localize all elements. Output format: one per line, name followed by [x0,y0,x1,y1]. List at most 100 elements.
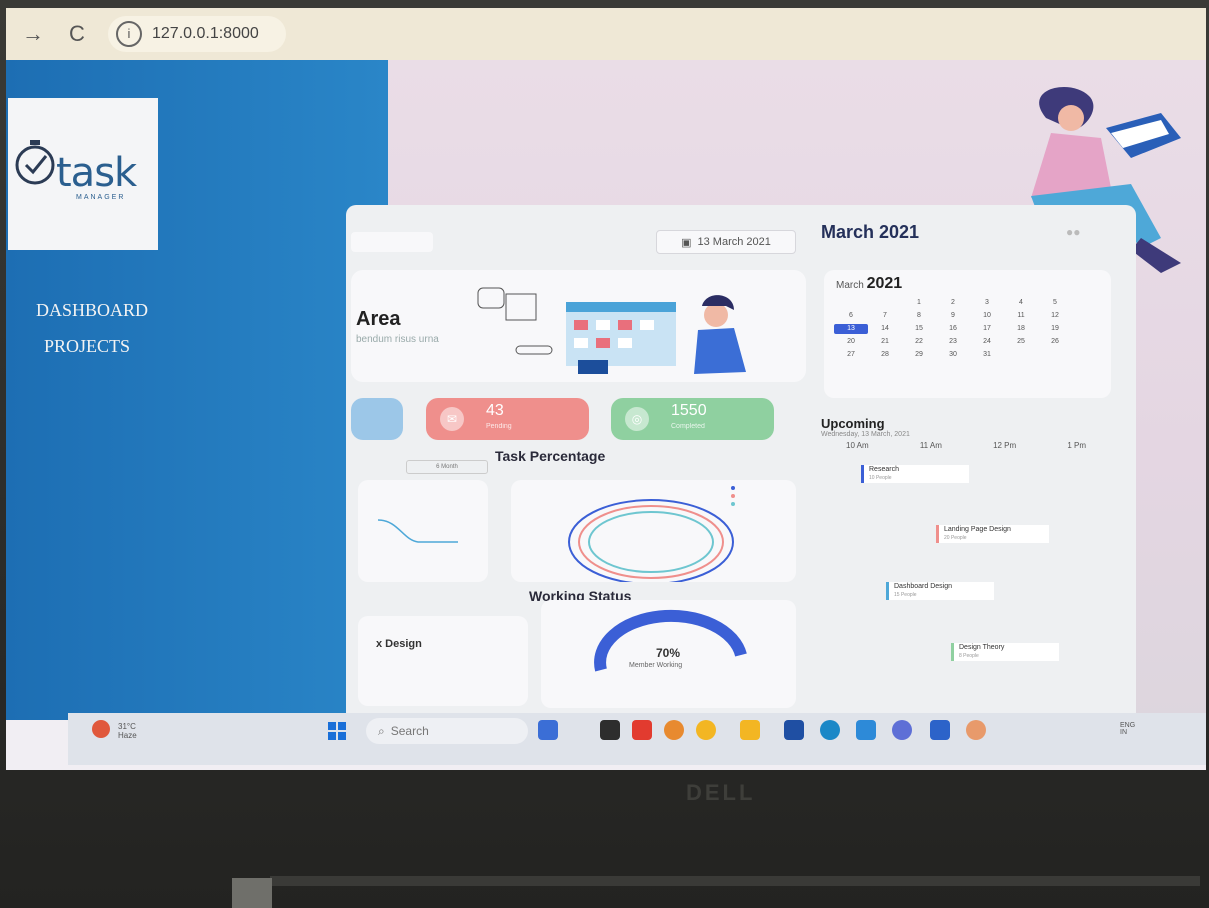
logo-subtitle: MANAGER [76,194,126,201]
calendar-day[interactable]: 25 [1004,337,1038,347]
calendar-day[interactable]: 28 [868,350,902,360]
sidebar-item-dashboard[interactable]: DASHBOARD [36,300,148,321]
weather-widget[interactable]: 31°C Haze [118,722,137,740]
weather-temp: 31°C [118,722,136,731]
completed-value: 1550 [671,402,707,419]
url-text: 127.0.0.1:8000 [152,25,259,42]
logo-text: task [56,150,137,196]
edge-icon[interactable] [820,720,840,740]
calendar-day[interactable]: 22 [902,337,936,347]
working-status-panel: 70% Member Working [541,600,796,708]
calendar-day[interactable]: 11 [1004,311,1038,321]
windows-start-icon[interactable] [328,722,346,740]
calendar-day[interactable]: 27 [834,350,868,360]
dashboard-search-input[interactable] [351,232,433,252]
design-task-panel: x Design [358,616,528,706]
system-tray[interactable]: ENG IN [1120,722,1135,736]
widgets-icon[interactable] [538,720,558,740]
youtube-icon[interactable] [632,720,652,740]
timeline-header: 10 Am 11 Am 12 Pm 1 Pm [846,441,1086,450]
planner-illustration [477,287,746,374]
browser-address-bar: → C i 127.0.0.1:8000 [6,8,1206,60]
calendar-day[interactable]: 7 [868,311,902,321]
weather-icon[interactable] [92,720,110,738]
calendar-day[interactable]: 5 [1038,298,1072,308]
calendar-day[interactable]: 14 [868,324,902,334]
calendar-day[interactable]: 3 [970,298,1004,308]
calendar-day[interactable]: 26 [1038,337,1072,347]
stopwatch-icon [15,140,55,185]
month-filter-select[interactable]: 6 Month [406,460,488,474]
upcoming-title: Upcoming [821,416,885,431]
month-title: March 2021 [821,222,920,242]
calendar-icon: ▣ [681,236,692,249]
app-icon[interactable] [892,720,912,740]
working-percent: 70% [656,646,681,660]
tray-region: IN [1120,729,1127,736]
stat-card-pending[interactable]: ✉ 43 Pending [426,398,589,440]
tray-language: ENG [1120,722,1136,729]
calendar-day[interactable]: 13 [834,324,868,334]
calendar-day[interactable]: 17 [970,324,1004,334]
calendar-day[interactable]: 4 [1004,298,1038,308]
calendar-day[interactable]: 12 [1038,311,1072,321]
weather-desc: Haze [118,731,137,740]
store-icon[interactable] [784,720,804,740]
chrome-icon[interactable] [664,720,684,740]
pending-icon: ✉ [440,407,464,431]
calendar-day[interactable]: 31 [970,350,1004,360]
time-label: 11 Am [919,441,942,450]
pending-label: Pending [486,423,512,430]
calendar-day[interactable]: 23 [936,337,970,347]
event-landing-page[interactable]: Landing Page Design 20 People [936,525,1049,543]
site-info-icon[interactable]: i [116,21,142,47]
banner-title: Area [356,308,401,330]
screen: → C i 127.0.0.1:8000 task MANAGER DASHBO… [6,8,1206,770]
calendar-day[interactable]: 29 [902,350,936,360]
event-design-theory[interactable]: Design Theory 8 People [951,643,1059,661]
working-label: Member Working [629,662,683,669]
time-label: 10 Am [846,441,869,450]
completed-label: Completed [671,423,705,430]
calendar-day[interactable]: 16 [936,324,970,334]
date-chip[interactable]: ▣ 13 March 2021 [656,230,796,254]
calendar-day[interactable]: 20 [834,337,868,347]
url-field[interactable]: i 127.0.0.1:8000 [108,16,286,52]
event-research[interactable]: Research 10 People [861,465,969,483]
vscode-icon[interactable] [856,720,876,740]
taskbar-search[interactable]: ⌕ Search [366,718,528,744]
calendar-day[interactable]: 21 [868,337,902,347]
app-icon[interactable] [600,720,620,740]
more-icon[interactable]: ●● [1066,225,1081,239]
calendar-grid: 1 2 3 4 5 6 7 8 9 10 11 12 13 14 15 16 17 18 19 20 21 22 23 24 2… [834,298,1072,360]
stat-card-completed[interactable]: ◎ 1550 Completed [611,398,774,440]
app-icon[interactable] [696,720,716,740]
calendar-day[interactable]: 1 [902,298,936,308]
file-explorer-icon[interactable] [740,720,760,740]
calendar-day[interactable]: 15 [902,324,936,334]
search-icon: ⌕ [378,723,385,738]
line-chart [377,519,458,543]
back-arrow-icon[interactable]: → [16,21,50,47]
calendar-day[interactable]: 10 [970,311,1004,321]
calendar-day[interactable]: 2 [936,298,970,308]
calendar-day[interactable]: 6 [834,311,868,321]
reload-icon[interactable]: C [60,21,94,47]
calendar-day[interactable]: 18 [1004,324,1038,334]
calendar-day[interactable]: 24 [970,337,1004,347]
upcoming-date: Wednesday, 13 March, 2021 [821,431,910,438]
calendar-day[interactable]: 30 [936,350,970,360]
event-dashboard-design[interactable]: Dashboard Design 15 People [886,582,994,600]
laptop-hinge [270,876,1200,886]
calendar-day[interactable]: 19 [1038,324,1072,334]
sidebar-item-projects[interactable]: PROJECTS [44,336,130,357]
laptop-hinge-left [232,878,272,908]
app-icon[interactable] [966,720,986,740]
time-label: 12 Pm [993,441,1017,450]
stat-card-total[interactable] [351,398,403,440]
logo[interactable]: task MANAGER [8,98,158,250]
calendar-day[interactable]: 8 [902,311,936,321]
task-percentage-title: Task Percentage [495,448,606,464]
mail-icon[interactable] [930,720,950,740]
calendar-day[interactable]: 9 [936,311,970,321]
